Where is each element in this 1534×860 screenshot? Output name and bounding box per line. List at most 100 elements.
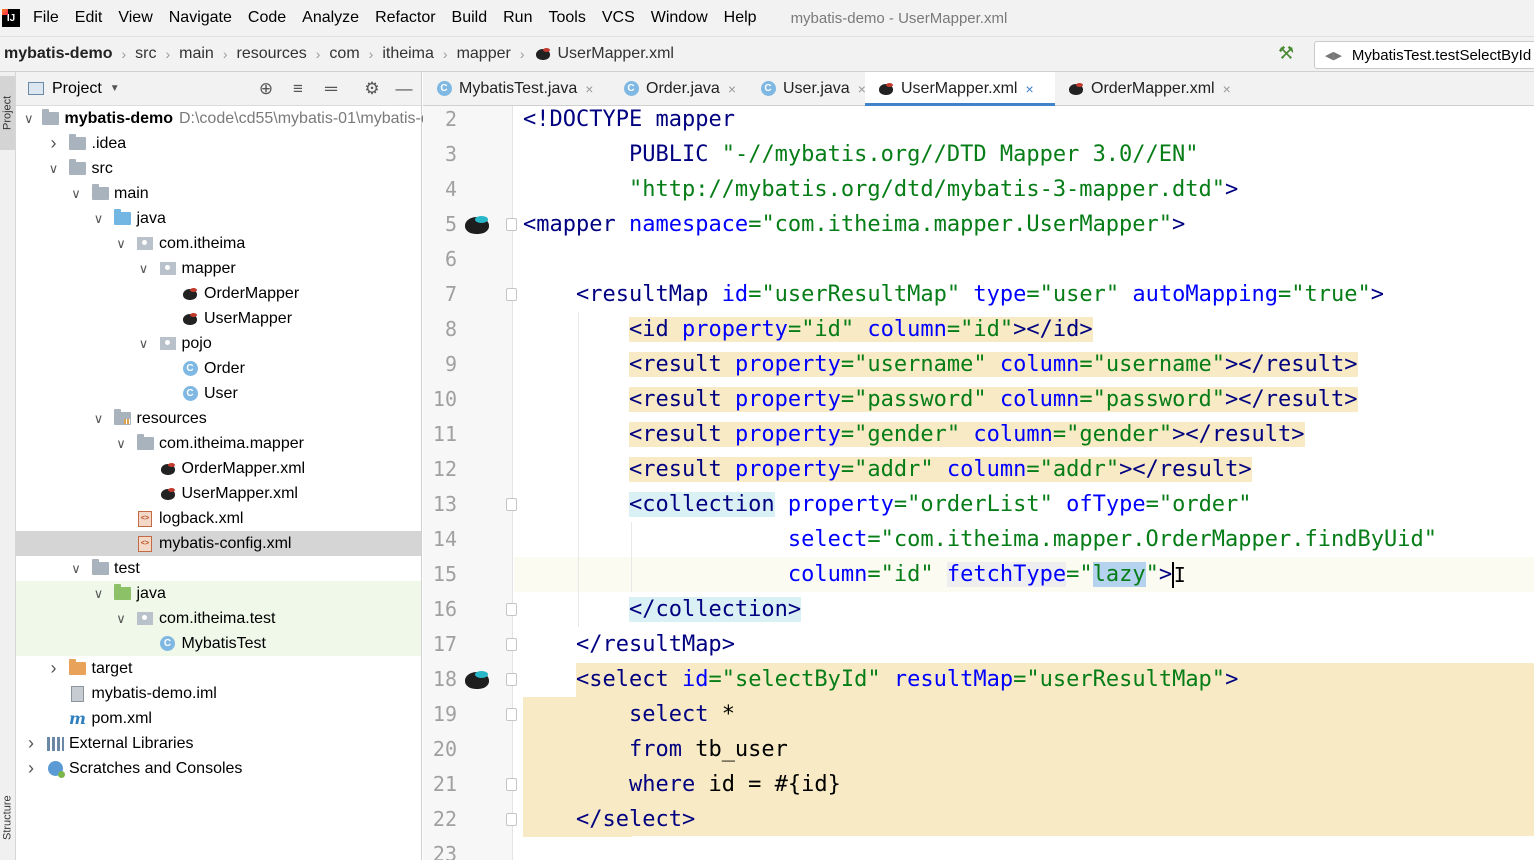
menu-run[interactable]: Run <box>503 9 532 27</box>
tree-item-mybatistest[interactable]: C MybatisTest <box>16 631 421 656</box>
run-configuration-select[interactable]: ◀▶ MybatisTest.testSelectById <box>1314 41 1534 69</box>
breadcrumb-item-resources[interactable]: resources <box>237 45 307 63</box>
chevron-down-icon[interactable]: ∨ <box>47 161 61 177</box>
tree-item-pojo[interactable]: ∨ pojo <box>16 331 421 356</box>
chevron-right-icon[interactable]: › <box>47 133 61 154</box>
code-editor[interactable]: 2 <!DOCTYPE mapper 3 PUBLIC "-//mybatis.or… <box>423 106 1534 860</box>
close-icon[interactable]: × <box>585 81 593 97</box>
chevron-right-icon[interactable]: › <box>24 733 38 754</box>
close-icon[interactable]: × <box>1025 81 1033 97</box>
fold-marker-icon[interactable] <box>506 813 517 826</box>
project-tool-button[interactable]: Project <box>0 76 15 150</box>
chevron-right-icon[interactable]: › <box>24 758 38 779</box>
code-line: 22 </select> <box>423 802 1534 837</box>
tab-user-java[interactable]: C User.java × <box>747 72 866 105</box>
mybatis-navigate-gutter-icon[interactable] <box>463 213 491 235</box>
tree-item-user[interactable]: C User <box>16 381 421 406</box>
collapse-all-icon[interactable]: ═ <box>321 79 341 99</box>
breadcrumb-item-itheima[interactable]: itheima <box>382 45 434 63</box>
menu-analyze[interactable]: Analyze <box>302 9 359 27</box>
tree-item-label: resources <box>136 409 207 427</box>
tab-usermapper-xml[interactable]: UserMapper.xml × <box>865 72 1055 106</box>
chevron-down-icon[interactable]: ∨ <box>92 411 106 427</box>
build-hammer-icon[interactable]: ⚒ <box>1278 43 1294 64</box>
structure-tool-button[interactable]: Structure <box>0 778 15 858</box>
fold-marker-icon[interactable] <box>506 218 517 231</box>
close-icon[interactable]: × <box>728 81 736 97</box>
tab-ordermapper-xml[interactable]: OrderMapper.xml × <box>1055 72 1235 105</box>
chevron-down-icon[interactable]: ∨ <box>24 111 34 127</box>
tree-item-com-itheima-mapper[interactable]: ∨ com.itheima.mapper <box>16 431 421 456</box>
fold-marker-icon[interactable] <box>506 603 517 616</box>
close-icon[interactable]: × <box>1223 81 1231 97</box>
class-icon: C <box>622 81 640 97</box>
menu-file[interactable]: File <box>33 9 59 27</box>
tree-item-scratches-and-consoles[interactable]: › Scratches and Consoles <box>16 756 421 781</box>
breadcrumb-item-main[interactable]: main <box>179 45 214 63</box>
tree-item-mybatis-demo[interactable]: ∨ mybatis-demo D:\code\cd55\mybatis-01\myb… <box>16 106 461 131</box>
chevron-down-icon[interactable]: ∨ <box>137 336 151 352</box>
menu-navigate[interactable]: Navigate <box>169 9 232 27</box>
chevron-down-icon[interactable]: ∨ <box>114 436 128 452</box>
minimize-icon[interactable]: — <box>394 79 414 99</box>
menu-view[interactable]: View <box>118 9 152 27</box>
tree-item-java[interactable]: ∨ java <box>16 206 421 231</box>
tree-item-test[interactable]: ∨ test <box>16 556 421 581</box>
tree-item-order[interactable]: C Order <box>16 356 421 381</box>
chevron-down-icon[interactable]: ∨ <box>114 611 128 627</box>
expand-all-icon[interactable]: ≡ <box>288 79 308 99</box>
tree-item-target[interactable]: › target <box>16 656 421 681</box>
breadcrumb-item-mapper[interactable]: mapper <box>457 45 511 63</box>
tree-item-mybatis-demo-iml[interactable]: mybatis-demo.iml <box>16 681 421 706</box>
tab-order-java[interactable]: C Order.java × <box>610 72 747 105</box>
chevron-down-icon[interactable]: ∨ <box>92 211 106 227</box>
tree-item-mybatis-config-xml[interactable]: <> mybatis-config.xml <box>16 531 421 556</box>
breadcrumb-item-com[interactable]: com <box>329 45 359 63</box>
tree-item-com-itheima-test[interactable]: ∨ com.itheima.test <box>16 606 421 631</box>
breadcrumb-item-src[interactable]: src <box>135 45 156 63</box>
project-view-selector[interactable]: Project ▼ <box>28 80 120 98</box>
tree-item-src[interactable]: ∨ src <box>16 156 421 181</box>
menu-refactor[interactable]: Refactor <box>375 9 435 27</box>
chevron-down-icon[interactable]: ∨ <box>92 586 106 602</box>
chevron-down-icon[interactable]: ∨ <box>69 561 83 577</box>
tree-item-com-itheima[interactable]: ∨ com.itheima <box>16 231 421 256</box>
tree-item-pom-xml[interactable]: m pom.xml <box>16 706 421 731</box>
menu-code[interactable]: Code <box>248 9 286 27</box>
class-icon: C <box>181 361 199 377</box>
chevron-right-icon[interactable]: › <box>47 658 61 679</box>
tree-item-usermapper[interactable]: UserMapper <box>16 306 421 331</box>
tree-item-ordermapper-xml[interactable]: OrderMapper.xml <box>16 456 421 481</box>
fold-marker-icon[interactable] <box>506 673 517 686</box>
fold-marker-icon[interactable] <box>506 638 517 651</box>
chevron-down-icon[interactable]: ∨ <box>114 236 128 252</box>
tree-item-external-libraries[interactable]: › External Libraries <box>16 731 421 756</box>
fold-marker-icon[interactable] <box>506 778 517 791</box>
menu-window[interactable]: Window <box>651 9 708 27</box>
tree-item-resources[interactable]: ∨ resources <box>16 406 421 431</box>
fold-marker-icon[interactable] <box>506 708 517 721</box>
fold-marker-icon[interactable] <box>506 498 517 511</box>
chevron-down-icon[interactable]: ∨ <box>69 186 83 202</box>
tree-item-usermapper-xml[interactable]: UserMapper.xml <box>16 481 421 506</box>
breadcrumb-item-project[interactable]: mybatis-demo <box>4 45 112 63</box>
menu-edit[interactable]: Edit <box>75 9 103 27</box>
tree-item-ordermapper[interactable]: OrderMapper <box>16 281 421 306</box>
mybatis-navigate-gutter-icon[interactable] <box>463 668 491 690</box>
tab-mybatistest-java[interactable]: C MybatisTest.java × <box>423 72 610 105</box>
line-number: 16 <box>432 597 457 621</box>
chevron-down-icon[interactable]: ∨ <box>137 261 151 277</box>
menu-tools[interactable]: Tools <box>548 9 585 27</box>
menu-build[interactable]: Build <box>452 9 488 27</box>
tree-item--idea[interactable]: › .idea <box>16 131 421 156</box>
tree-item-main[interactable]: ∨ main <box>16 181 421 206</box>
tree-item-mapper[interactable]: ∨ mapper <box>16 256 421 281</box>
tree-item-java[interactable]: ∨ java <box>16 581 421 606</box>
fold-marker-icon[interactable] <box>506 288 517 301</box>
breadcrumb-item-file[interactable]: UserMapper.xml <box>534 45 674 63</box>
gear-icon[interactable]: ⚙ <box>362 79 382 99</box>
locate-target-icon[interactable]: ⊕ <box>256 79 276 99</box>
menu-help[interactable]: Help <box>724 9 757 27</box>
tree-item-logback-xml[interactable]: <> logback.xml <box>16 506 421 531</box>
menu-vcs[interactable]: VCS <box>602 9 635 27</box>
